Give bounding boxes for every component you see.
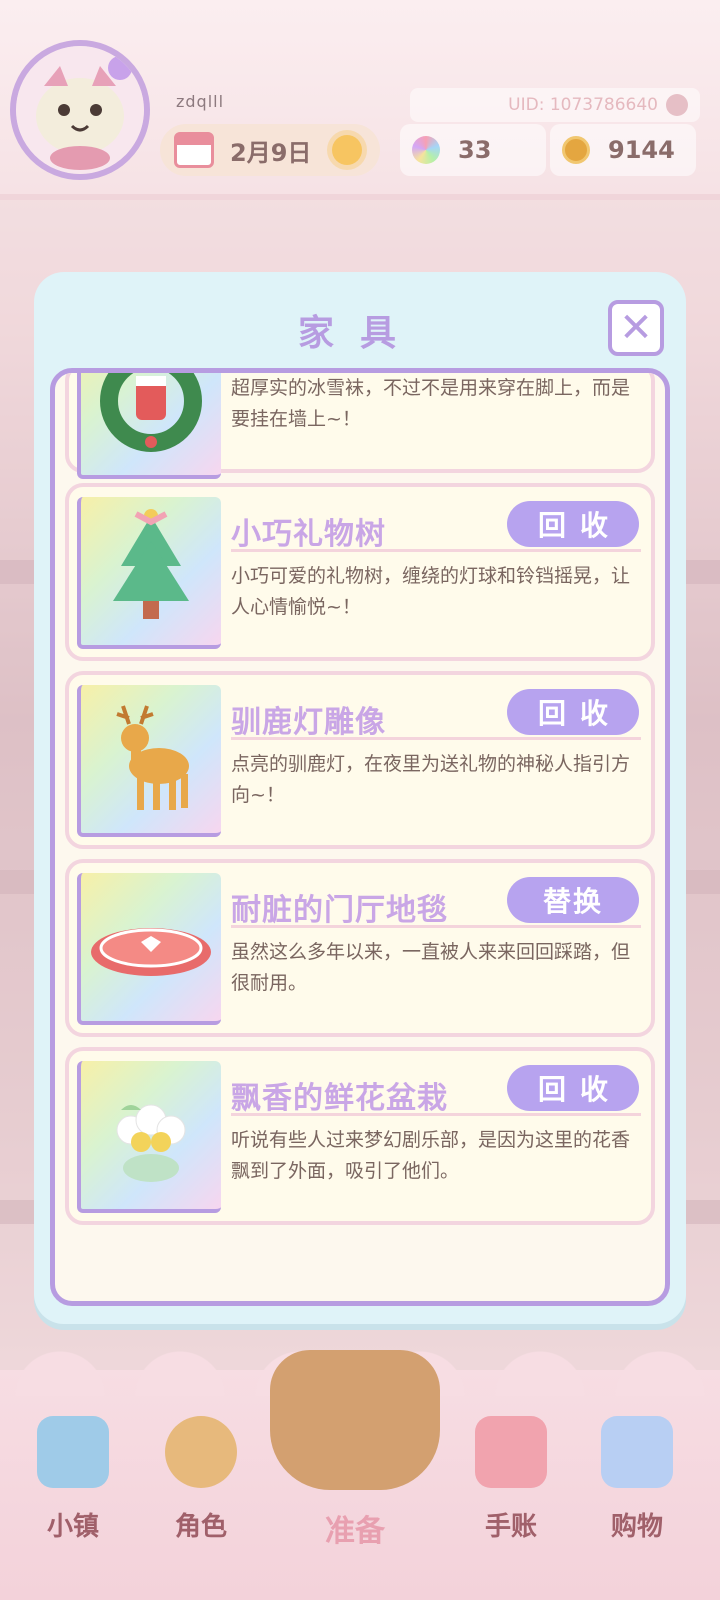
- nav-journal[interactable]: 手账: [456, 1416, 566, 1566]
- coin-count: 9144: [608, 136, 675, 164]
- item-description: 小巧可爱的礼物树，缠绕的灯球和铃铛摇晃，让人心情愉悦~！: [231, 565, 631, 618]
- list-item[interactable]: 超厚实的冰雪袜，不过不是用来穿在脚上，而是要挂在墙上~！: [65, 373, 655, 479]
- shopping-bag-icon: [601, 1416, 673, 1488]
- item-description: 虽然这么多年以来，一直被人来来回回踩踏，但很耐用。: [231, 941, 631, 994]
- reindeer-icon: [77, 685, 221, 837]
- nav-character[interactable]: 角色: [146, 1416, 256, 1566]
- bottom-navigation: 小镇 角色 准备 手账 购物: [0, 1346, 720, 1600]
- journal-icon: [475, 1416, 547, 1488]
- gem-count: 33: [458, 136, 492, 164]
- top-status-bar: zdqlll UID: 1073786640 2月9日 33 9144: [0, 0, 720, 200]
- replace-button[interactable]: 替换: [507, 877, 639, 923]
- dialog-title: 家具: [297, 313, 422, 354]
- nav-prepare[interactable]: 准备: [300, 1416, 410, 1566]
- copy-icon[interactable]: [666, 94, 688, 116]
- nav-shopping[interactable]: 购物: [582, 1416, 692, 1566]
- character-icon: [165, 1416, 237, 1488]
- gem-icon: [412, 136, 440, 164]
- recycle-button[interactable]: 回收: [507, 1065, 639, 1111]
- item-description: 点亮的驯鹿灯，在夜里为送礼物的神秘人指引方向~！: [231, 753, 631, 806]
- date-text: 2月9日: [230, 138, 312, 167]
- gem-counter[interactable]: 33: [400, 124, 546, 176]
- item-description: 超厚实的冰雪袜，不过不是用来穿在脚上，而是要挂在墙上~！: [231, 377, 631, 430]
- nav-label: 购物: [610, 1512, 663, 1542]
- item-name: 耐脏的门厅地毯: [231, 893, 448, 928]
- item-name: 驯鹿灯雕像: [231, 705, 386, 740]
- coin-icon: [562, 136, 590, 164]
- nav-label: 小镇: [46, 1512, 99, 1542]
- item-name: 飘香的鲜花盆栽: [231, 1081, 448, 1116]
- map-icon: [37, 1416, 109, 1488]
- list-item[interactable]: 飘香的鲜花盆栽 回收 听说有些人过来梦幻剧乐部，是因为这里的花香飘到了外面，吸引…: [65, 1047, 655, 1225]
- nav-label: 手账: [484, 1512, 537, 1542]
- furniture-dialog: 家具 ✕ 超厚实的冰雪袜，不过不是用来穿在脚上，而是要挂在墙上~！ 小巧礼物树 …: [34, 272, 686, 1324]
- nav-town[interactable]: 小镇: [18, 1416, 128, 1566]
- flower-pot-icon: [77, 1061, 221, 1213]
- close-button[interactable]: ✕: [608, 300, 664, 356]
- christmas-tree-icon: [77, 497, 221, 649]
- calendar-icon: [174, 132, 214, 168]
- username: zdqlll: [176, 92, 225, 111]
- list-item[interactable]: 驯鹿灯雕像 回收 点亮的驯鹿灯，在夜里为送礼物的神秘人指引方向~！: [65, 671, 655, 849]
- furniture-list[interactable]: 超厚实的冰雪袜，不过不是用来穿在脚上，而是要挂在墙上~！ 小巧礼物树 回收 小巧: [50, 368, 670, 1306]
- nav-label: 角色: [174, 1512, 227, 1542]
- wreath-stocking-icon: [77, 373, 221, 479]
- list-item[interactable]: 小巧礼物树 回收 小巧可爱的礼物树，缠绕的灯球和铃铛摇晃，让人心情愉悦~！: [65, 483, 655, 661]
- nav-label: 准备: [325, 1514, 385, 1549]
- uid-text: UID: 1073786640: [508, 95, 658, 115]
- item-name: 小巧礼物树: [231, 517, 386, 552]
- avatar[interactable]: [10, 40, 150, 180]
- rug-icon: [77, 873, 221, 1025]
- close-icon: ✕: [619, 305, 653, 351]
- item-description: 听说有些人过来梦幻剧乐部，是因为这里的花香飘到了外面，吸引了他们。: [231, 1129, 631, 1182]
- coin-counter[interactable]: 9144: [550, 124, 696, 176]
- uid-display[interactable]: UID: 1073786640: [410, 88, 700, 122]
- recycle-button[interactable]: 回收: [507, 689, 639, 735]
- sun-weather-icon: [332, 135, 362, 165]
- recycle-button[interactable]: 回收: [507, 501, 639, 547]
- date-badge: 2月9日: [160, 124, 380, 176]
- list-item[interactable]: 耐脏的门厅地毯 替换 虽然这么多年以来，一直被人来来回回踩踏，但很耐用。: [65, 859, 655, 1037]
